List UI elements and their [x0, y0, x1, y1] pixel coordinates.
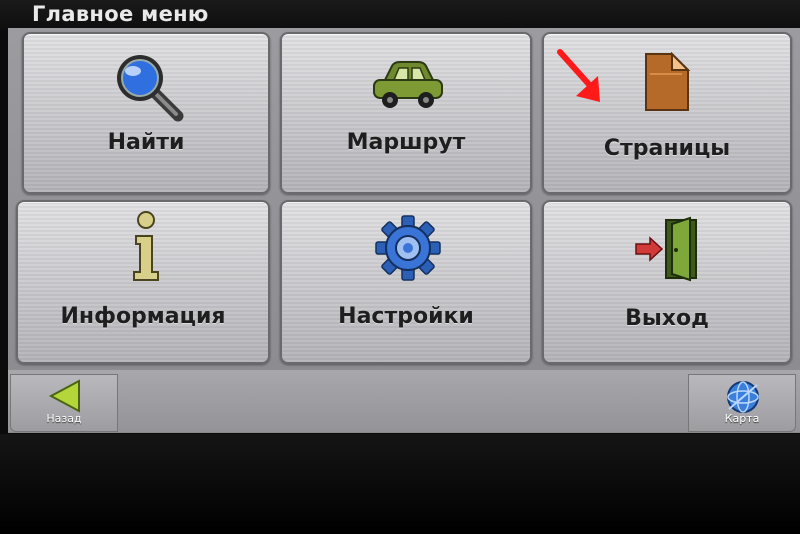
- info-icon: [133, 211, 159, 281]
- car-icon: [373, 61, 443, 108]
- map-button[interactable]: Карта: [688, 374, 796, 432]
- globe-icon: [727, 381, 759, 413]
- menu-label-route: Маршрут: [346, 130, 466, 155]
- page-title: Главное меню: [32, 2, 209, 26]
- red-arrow-annotation: [557, 49, 600, 102]
- map-label: Карта: [724, 412, 760, 425]
- magnifier-icon: [117, 55, 184, 122]
- title-bar: Главное меню: [0, 0, 800, 30]
- menu-tile-settings[interactable]: Настройки: [280, 200, 532, 364]
- menu-tile-route[interactable]: Маршрут: [280, 32, 532, 194]
- menu-tile-exit[interactable]: Выход: [542, 200, 792, 364]
- menu-label-settings: Настройки: [338, 304, 474, 329]
- gear-icon: [375, 215, 441, 281]
- exit-door-icon: [635, 216, 697, 282]
- menu-label-search: Найти: [107, 130, 185, 155]
- menu-tile-info[interactable]: Информация: [16, 200, 270, 364]
- back-button[interactable]: Назад: [10, 374, 118, 432]
- back-label: Назад: [46, 412, 82, 425]
- page-icon: [645, 51, 691, 111]
- bottom-nav-bar: [8, 370, 800, 432]
- menu-label-exit: Выход: [625, 306, 709, 331]
- menu-label-info: Информация: [60, 304, 226, 329]
- menu-label-pages: Страницы: [603, 136, 731, 161]
- back-arrow-icon: [48, 379, 80, 413]
- menu-tile-search[interactable]: Найти: [22, 32, 270, 194]
- device-bezel: [0, 434, 800, 534]
